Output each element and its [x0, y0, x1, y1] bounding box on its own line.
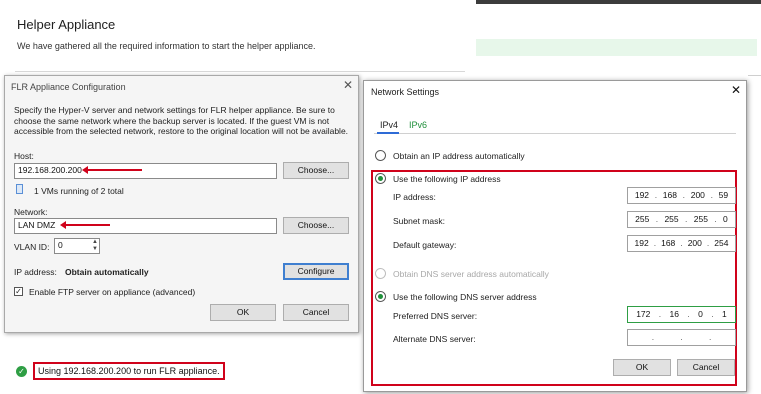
obtain-dns-auto-label: Obtain DNS server address automatically — [393, 269, 549, 279]
tab-ipv6[interactable]: IPv6 — [409, 120, 427, 130]
vlan-label: VLAN ID: — [14, 242, 50, 252]
octet: 254 — [714, 238, 729, 248]
ok-button[interactable]: OK — [613, 359, 671, 376]
annotation-arrow — [60, 221, 110, 229]
annotation-arrow — [82, 166, 142, 174]
use-dns-radio[interactable] — [375, 291, 386, 302]
octet: 0 — [698, 309, 703, 319]
octet: 255 — [635, 214, 650, 224]
dialog-description: Specify the Hyper-V server and network s… — [14, 105, 349, 137]
octet: 192 — [634, 238, 649, 248]
use-dns-label: Use the following DNS server address — [393, 292, 537, 302]
default-gateway-label: Default gateway: — [393, 240, 457, 250]
choose-host-button[interactable]: Choose... — [283, 162, 349, 179]
configure-button[interactable]: Configure — [283, 263, 349, 280]
preferred-dns-input[interactable]: 172. 16. 0. 1 — [627, 306, 736, 323]
octet: 255 — [664, 214, 679, 224]
network-settings-dialog: Network Settings ✕ IPv4 IPv6 Obtain an I… — [363, 80, 747, 392]
obtain-ip-auto-label: Obtain an IP address automatically — [393, 151, 525, 161]
octet: 255 — [693, 214, 708, 224]
tab-underline — [374, 133, 736, 134]
host-label: Host: — [14, 151, 34, 161]
octet: 168 — [661, 238, 676, 248]
cancel-button[interactable]: Cancel — [677, 359, 735, 376]
octet: 172 — [636, 309, 651, 319]
octet: 200 — [687, 238, 702, 248]
octet: 0 — [723, 214, 728, 224]
close-icon[interactable]: ✕ — [343, 78, 353, 92]
ip-address-value: Obtain automatically — [65, 267, 149, 277]
host-field[interactable]: 192.168.200.200 — [14, 163, 277, 179]
vlan-stepper[interactable]: 0 ▲ ▼ — [54, 238, 100, 254]
status-row: ✓ Using 192.168.200.200 to run FLR appli… — [16, 362, 225, 380]
use-ip-label: Use the following IP address — [393, 174, 501, 184]
obtain-ip-auto-radio[interactable] — [375, 150, 386, 161]
cancel-button[interactable]: Cancel — [283, 304, 349, 321]
preferred-dns-label: Preferred DNS server: — [393, 311, 478, 321]
choose-network-button[interactable]: Choose... — [283, 217, 349, 234]
alternate-dns-label: Alternate DNS server: — [393, 334, 476, 344]
vm-icon — [16, 184, 23, 194]
use-ip-radio[interactable] — [375, 173, 386, 184]
default-gateway-input[interactable]: 192. 168. 200. 254 — [627, 235, 736, 252]
success-check-icon: ✓ — [16, 365, 27, 377]
vms-running-text: 1 VMs running of 2 total — [34, 186, 124, 196]
divider — [748, 75, 761, 76]
octet: 1 — [722, 309, 727, 319]
octet: 16 — [669, 309, 679, 319]
active-tab-indicator — [377, 132, 399, 134]
ftp-checkbox-label: Enable FTP server on appliance (advanced… — [29, 287, 196, 297]
dialog-title: FLR Appliance Configuration — [11, 82, 126, 92]
tab-ipv4[interactable]: IPv4 — [380, 120, 398, 130]
octet: 200 — [690, 190, 705, 200]
octet: 192 — [634, 190, 650, 200]
octet: 168 — [662, 190, 677, 200]
ip-address-label: IP address: — [393, 192, 436, 202]
dialog-title: Network Settings — [371, 87, 440, 97]
flr-appliance-dialog: FLR Appliance Configuration ✕ Specify th… — [4, 75, 359, 333]
network-field[interactable]: LAN DMZ — [14, 218, 277, 234]
stepper-arrows-icon[interactable]: ▲ ▼ — [92, 239, 98, 252]
page-title: Helper Appliance — [17, 17, 116, 32]
status-message: Using 192.168.200.200 to run FLR applian… — [33, 362, 225, 380]
close-icon[interactable]: ✕ — [731, 83, 741, 97]
background-highlight-row — [476, 39, 757, 56]
ip-address-input[interactable]: 192. 168. 200. 59 — [627, 187, 736, 204]
ip-address-label: IP address: — [14, 267, 57, 277]
octet: 59 — [718, 190, 729, 200]
subnet-mask-label: Subnet mask: — [393, 216, 445, 226]
obtain-dns-auto-radio[interactable] — [375, 268, 386, 279]
ftp-checkbox[interactable]: ✓ — [14, 287, 23, 296]
vlan-value: 0 — [58, 240, 63, 250]
ok-button[interactable]: OK — [210, 304, 276, 321]
divider — [15, 71, 465, 72]
network-label: Network: — [14, 207, 48, 217]
page-subtitle: We have gathered all the required inform… — [17, 41, 316, 51]
alternate-dns-input[interactable]: . . . — [627, 329, 736, 346]
subnet-mask-input[interactable]: 255. 255. 255. 0 — [627, 211, 736, 228]
